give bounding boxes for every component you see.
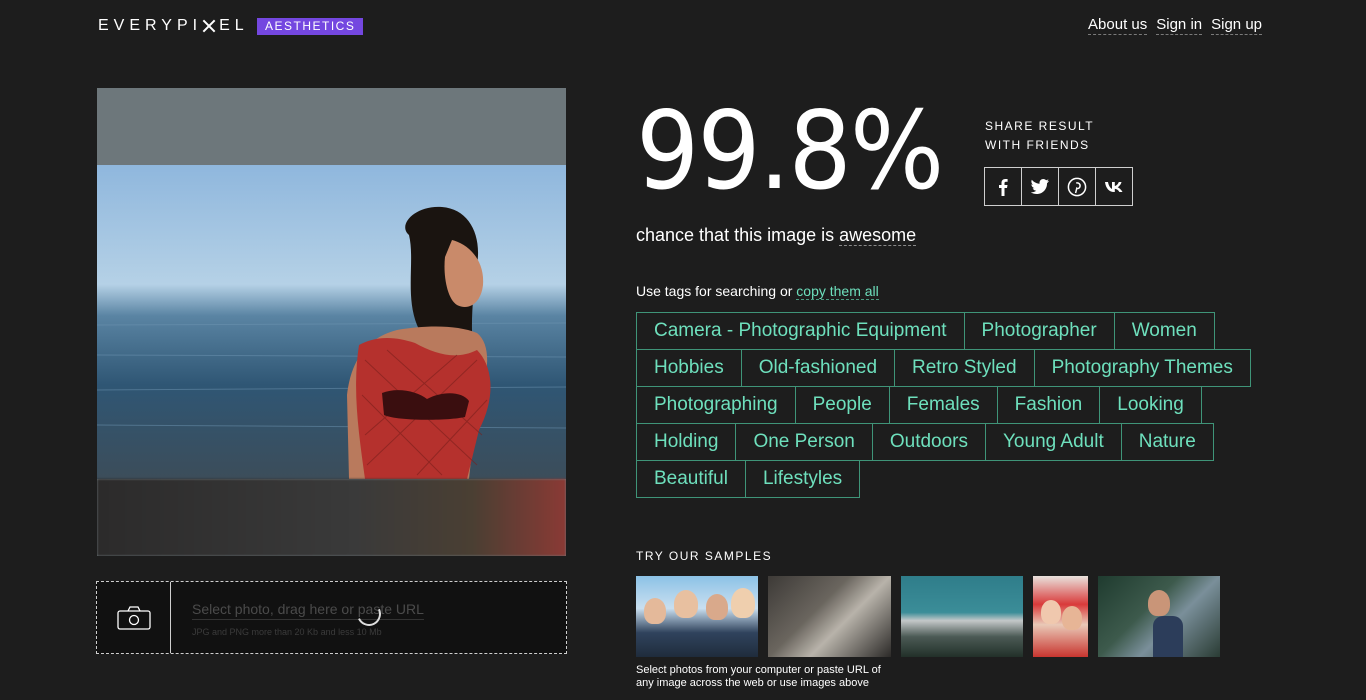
tag[interactable]: Fashion: [996, 386, 1101, 424]
tags-intro: Use tags for searching or copy them all: [636, 283, 879, 300]
twitter-icon: [1031, 179, 1049, 194]
sample-face: [1062, 606, 1082, 630]
sample-couple-hats[interactable]: [1033, 576, 1088, 657]
tag[interactable]: Beautiful: [636, 460, 746, 498]
aesthetic-score: 99.8%: [636, 89, 944, 214]
nav-sign-in[interactable]: Sign in: [1156, 16, 1203, 35]
twitter-share-button[interactable]: [1021, 167, 1059, 206]
tag[interactable]: Women: [1113, 312, 1215, 350]
awesome-link[interactable]: awesome: [839, 225, 917, 246]
share-buttons: [984, 167, 1133, 206]
nav-sign-up[interactable]: Sign up: [1211, 16, 1262, 35]
logo-text-left: EVERYPI: [98, 17, 203, 34]
camera-icon: [116, 605, 151, 630]
upload-dropzone[interactable]: Select photo, drag here or paste URL JPG…: [96, 581, 567, 654]
sample-face: [706, 594, 728, 620]
sample-thumbnails: [636, 576, 1220, 657]
logo-x-mark: [203, 19, 215, 33]
pinterest-icon: [1067, 177, 1087, 196]
tag[interactable]: Holding: [636, 423, 737, 461]
sample-face: [644, 598, 666, 624]
photo-blur-top: [97, 88, 566, 165]
tag[interactable]: Nature: [1120, 423, 1214, 461]
samples-note: Select photos from your computer or past…: [636, 664, 881, 689]
everypixel-logo[interactable]: EVERYPI EL: [98, 17, 249, 35]
vk-share-button[interactable]: [1095, 167, 1133, 206]
tag[interactable]: Females: [888, 386, 998, 424]
tag[interactable]: Camera - Photographic Equipment: [636, 312, 965, 350]
sample-business-team[interactable]: [636, 576, 758, 657]
keyword-tags: Camera - Photographic Equipment Photogra…: [636, 312, 1276, 498]
sample-face: [731, 588, 755, 618]
logo-text-right: EL: [219, 17, 249, 34]
tag[interactable]: Photographing: [636, 386, 796, 424]
facebook-icon: [999, 178, 1008, 196]
tag[interactable]: Photography Themes: [1033, 349, 1251, 387]
copy-all-tags-link[interactable]: copy them all: [796, 283, 879, 300]
photo-main: [97, 165, 566, 479]
sample-laptop-desk[interactable]: [768, 576, 891, 657]
share-label: SHARE RESULT WITH FRIENDS: [985, 117, 1094, 155]
share-label-line2: WITH FRIENDS: [985, 138, 1090, 152]
sample-couple-forest[interactable]: [1098, 576, 1220, 657]
tags-intro-text: Use tags for searching or: [636, 283, 793, 299]
tag[interactable]: People: [794, 386, 890, 424]
analyzed-photo: [97, 88, 566, 556]
top-nav: About us Sign in Sign up: [1088, 16, 1262, 35]
facebook-share-button[interactable]: [984, 167, 1022, 206]
nav-about-us[interactable]: About us: [1088, 16, 1148, 35]
tag[interactable]: Hobbies: [636, 349, 742, 387]
camera-button[interactable]: [97, 582, 171, 653]
tag[interactable]: One Person: [735, 423, 873, 461]
aesthetics-badge: AESTHETICS: [257, 18, 364, 35]
score-caption-prefix: chance that this image is: [636, 225, 835, 245]
vk-icon: [1105, 181, 1123, 192]
tag[interactable]: Young Adult: [985, 423, 1122, 461]
photo-blur-bottom: [97, 479, 566, 556]
tag[interactable]: Looking: [1099, 386, 1202, 424]
samples-label: TRY OUR SAMPLES: [636, 549, 773, 563]
tag[interactable]: Old-fashioned: [740, 349, 896, 387]
sample-face: [1148, 590, 1170, 616]
sample-mountains[interactable]: [901, 576, 1023, 657]
sample-body: [1153, 616, 1183, 657]
tag[interactable]: Outdoors: [871, 423, 986, 461]
tag[interactable]: Retro Styled: [894, 349, 1035, 387]
share-label-line1: SHARE RESULT: [985, 119, 1095, 133]
tag[interactable]: Lifestyles: [744, 460, 861, 498]
sample-face: [1041, 600, 1061, 624]
upload-requirements: JPG and PNG more than 20 Kb and less 10 …: [192, 627, 382, 637]
sample-face: [674, 590, 698, 618]
upload-url-input[interactable]: Select photo, drag here or paste URL: [192, 601, 424, 620]
tag[interactable]: Photographer: [963, 312, 1115, 350]
score-caption: chance that this image is awesome: [636, 225, 917, 246]
pinterest-share-button[interactable]: [1058, 167, 1096, 206]
woman-at-sea-illustration: [97, 206, 566, 479]
